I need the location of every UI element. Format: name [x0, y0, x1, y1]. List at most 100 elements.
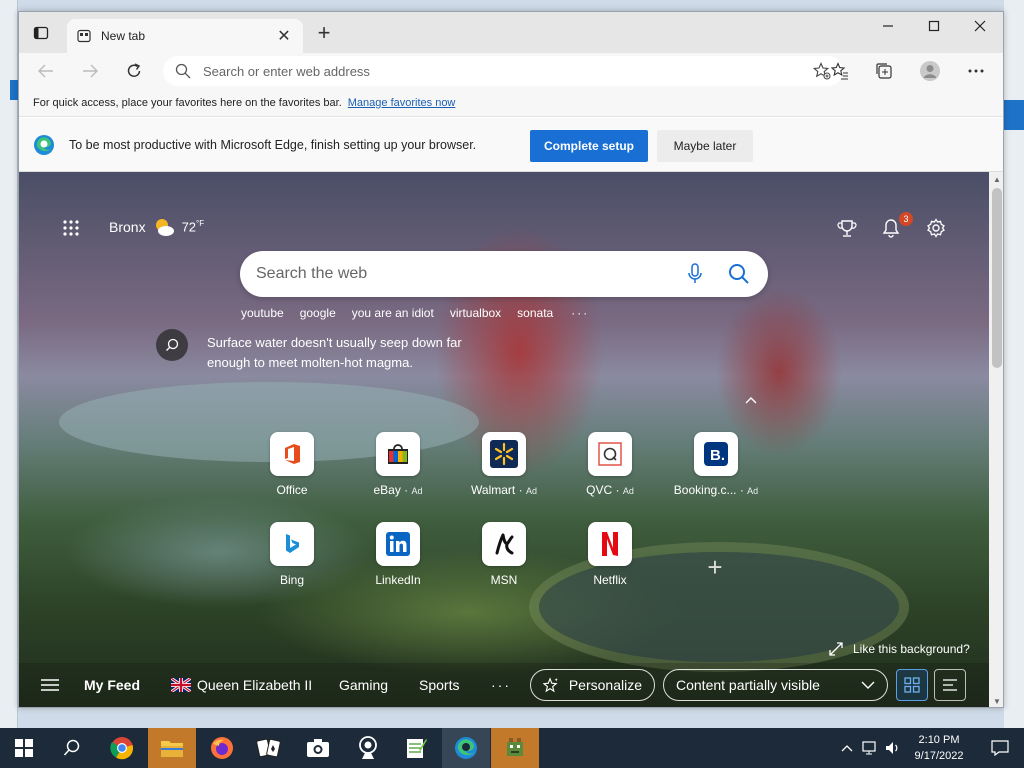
scroll-down-icon[interactable]: ▼: [993, 697, 1001, 706]
manage-favorites-link[interactable]: Manage favorites now: [348, 97, 456, 109]
favorites-icon: [831, 62, 848, 80]
network-status-button[interactable]: [860, 728, 882, 768]
feed-tab-sports[interactable]: Sports: [419, 677, 459, 693]
voice-search-button[interactable]: [682, 261, 708, 287]
taskbar-chrome[interactable]: [98, 728, 146, 768]
minimize-button[interactable]: [865, 12, 911, 40]
minimize-icon: [883, 25, 893, 27]
close-window-button[interactable]: [957, 12, 1003, 40]
complete-setup-button[interactable]: Complete setup: [530, 130, 648, 162]
close-icon: [974, 20, 986, 32]
search-suggestion[interactable]: youtube: [241, 306, 284, 320]
favorites-bar-text: For quick access, place your favorites h…: [33, 97, 342, 109]
taskbar-camera[interactable]: [294, 728, 342, 768]
chevron-up-icon[interactable]: [743, 392, 759, 408]
like-background-button[interactable]: Like this background?: [829, 642, 970, 656]
quick-link-booking[interactable]: B. Booking.c... · Ad: [666, 432, 766, 497]
address-bar[interactable]: [163, 56, 843, 86]
profile-button[interactable]: [917, 59, 943, 83]
address-input[interactable]: [203, 63, 813, 79]
temperature-unit: °F: [196, 219, 205, 229]
notification-center-button[interactable]: [976, 728, 1024, 768]
maximize-button[interactable]: [911, 12, 957, 40]
more-topics-icon[interactable]: ···: [491, 677, 511, 693]
taskbar-solitaire[interactable]: [245, 728, 293, 768]
collections-button[interactable]: [871, 59, 897, 83]
taskbar-firefox[interactable]: [198, 728, 246, 768]
taskbar-notepad-app[interactable]: [392, 728, 440, 768]
chat-bubble-icon: [991, 740, 1009, 756]
image-search-button[interactable]: [156, 329, 188, 361]
rewards-button[interactable]: [835, 216, 859, 240]
search-suggestion[interactable]: sonata: [517, 306, 553, 320]
start-button[interactable]: [0, 728, 48, 768]
playing-cards-icon: [256, 738, 281, 758]
quick-link-msn[interactable]: MSN: [454, 522, 554, 587]
chevron-down-icon: [861, 681, 875, 689]
menu-icon[interactable]: [41, 678, 59, 692]
temperature: 72°F: [182, 219, 205, 234]
feed-tab-gaming[interactable]: Gaming: [339, 677, 388, 693]
personalize-label: Personalize: [568, 677, 642, 693]
ad-label: Ad: [747, 486, 759, 496]
taskbar-game-app[interactable]: [491, 728, 539, 768]
new-tab-page: Bronx 72°F 3 youtube: [19, 172, 989, 707]
search-suggestion[interactable]: google: [300, 306, 336, 320]
quick-link-linkedin[interactable]: LinkedIn: [348, 522, 448, 587]
web-search-input[interactable]: [256, 265, 664, 283]
content-visibility-dropdown[interactable]: Content partially visible: [663, 669, 888, 701]
search-suggestion[interactable]: virtualbox: [450, 306, 501, 320]
feed-tab-my-feed[interactable]: My Feed: [84, 677, 140, 693]
system-clock[interactable]: 2:10 PM 9/17/2022: [906, 732, 972, 764]
grid-layout-button[interactable]: [896, 669, 928, 701]
maybe-later-button[interactable]: Maybe later: [657, 130, 753, 162]
volume-button[interactable]: [882, 728, 904, 768]
back-button[interactable]: [33, 59, 59, 83]
list-layout-button[interactable]: [934, 669, 966, 701]
taskbar-search-button[interactable]: [48, 728, 96, 768]
gear-icon: [927, 218, 945, 238]
setup-infobar: To be most productive with Microsoft Edg…: [19, 118, 1003, 172]
background-fact[interactable]: Surface water doesn't usually seep down …: [156, 329, 477, 373]
taskbar-file-explorer[interactable]: [148, 728, 196, 768]
quick-link-office[interactable]: Office: [242, 432, 342, 497]
feed-tab-queen-elizabeth[interactable]: Queen Elizabeth II: [171, 677, 312, 693]
scroll-up-icon[interactable]: ▲: [993, 175, 1001, 184]
uk-flag-icon: [171, 678, 191, 692]
new-tab-button[interactable]: +: [313, 22, 335, 45]
quick-link-walmart[interactable]: Walmart · Ad: [454, 432, 554, 497]
personalize-button[interactable]: Personalize: [530, 669, 655, 701]
quick-link-netflix[interactable]: Netflix: [560, 522, 660, 587]
firefox-icon: [211, 737, 233, 759]
taskbar-webcam-app[interactable]: [344, 728, 392, 768]
tab-actions-button[interactable]: [31, 23, 51, 43]
page-settings-button[interactable]: [924, 216, 948, 240]
quick-link-qvc[interactable]: QVC · Ad: [560, 432, 660, 497]
web-search-box[interactable]: [240, 251, 768, 297]
search-suggestion[interactable]: you are an idiot: [352, 306, 434, 320]
refresh-button[interactable]: [121, 59, 147, 83]
app-launcher-icon[interactable]: [61, 218, 81, 238]
netflix-icon: [588, 522, 632, 566]
tab-new-tab[interactable]: New tab ✕: [67, 19, 303, 53]
feed-tab-label: Queen Elizabeth II: [197, 677, 313, 693]
quick-link-ebay[interactable]: eBay · Ad: [348, 432, 448, 497]
weather-widget[interactable]: Bronx 72°F: [109, 217, 204, 237]
page-scrollbar[interactable]: ▲ ▼: [989, 172, 1003, 707]
add-site-button[interactable]: +: [705, 554, 725, 580]
grid-view-icon: [904, 677, 920, 693]
title-bar: New tab ✕ +: [19, 12, 1003, 53]
search-submit-button[interactable]: [726, 261, 752, 287]
more-suggestions-icon[interactable]: ···: [571, 306, 589, 320]
quick-link-bing[interactable]: Bing: [242, 522, 342, 587]
settings-more-button[interactable]: [963, 59, 989, 83]
favorites-button[interactable]: [827, 59, 853, 83]
tile-label: LinkedIn: [375, 573, 421, 587]
show-hidden-icons-button[interactable]: [836, 728, 858, 768]
taskbar-edge[interactable]: [442, 728, 490, 768]
forward-button[interactable]: [77, 59, 103, 83]
walmart-icon: [482, 432, 526, 476]
scrollbar-thumb[interactable]: [992, 188, 1002, 368]
partly-cloudy-icon: [155, 219, 174, 236]
close-tab-button[interactable]: ✕: [275, 26, 293, 46]
